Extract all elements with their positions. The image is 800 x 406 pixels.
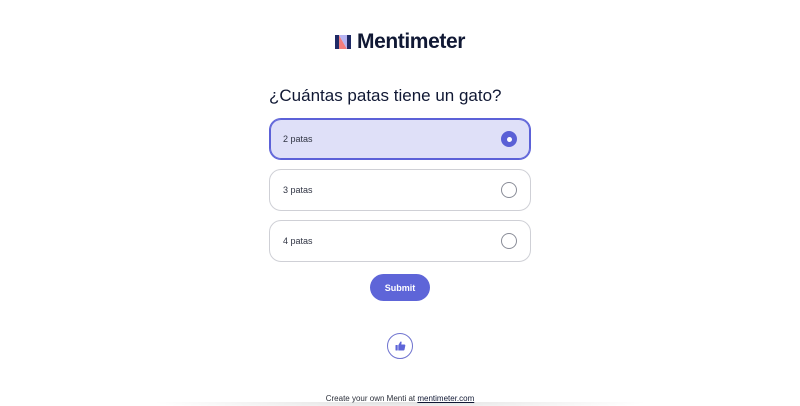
footer-link[interactable]: mentimeter.com — [417, 394, 474, 403]
question-title: ¿Cuántas patas tiene un gato? — [269, 86, 502, 105]
mentimeter-logo-icon — [334, 35, 351, 49]
option-label: 2 patas — [283, 134, 313, 144]
menti-voting-page: Mentimeter ¿Cuántas patas tiene un gato?… — [0, 0, 800, 406]
radio-selected-icon[interactable] — [501, 131, 517, 147]
option-label: 3 patas — [283, 185, 313, 195]
option-label: 4 patas — [283, 236, 313, 246]
brand-header: Mentimeter — [0, 30, 800, 54]
radio-unselected-icon[interactable] — [501, 233, 517, 249]
thumbs-up-icon — [395, 341, 405, 351]
option-3-patas[interactable]: 3 patas — [269, 169, 531, 211]
option-4-patas[interactable]: 4 patas — [269, 220, 531, 262]
footer: Create your own Menti at mentimeter.com — [0, 394, 800, 403]
footer-text: Create your own Menti at — [325, 394, 416, 403]
brand-name: Mentimeter — [356, 30, 466, 53]
radio-unselected-icon[interactable] — [501, 182, 517, 198]
submit-button[interactable]: Submit — [370, 274, 430, 301]
option-2-patas[interactable]: 2 patas — [269, 118, 531, 160]
reaction-button[interactable] — [387, 333, 413, 359]
answer-options: 2 patas 3 patas 4 patas — [269, 118, 531, 271]
